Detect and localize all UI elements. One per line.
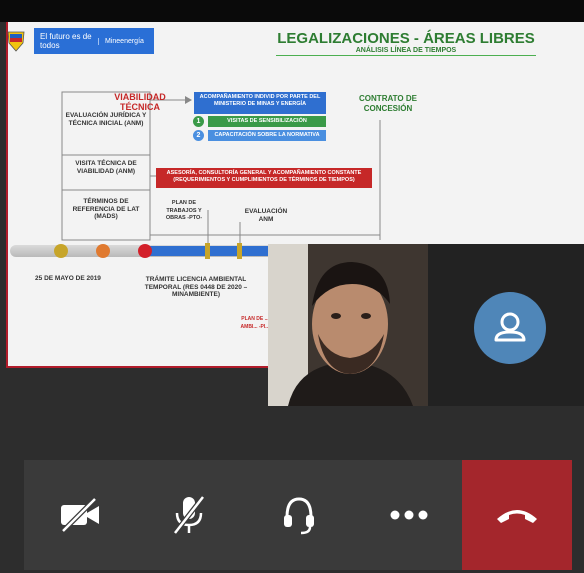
- acompanamiento-box: ACOMPAÑAMIENTO INDIVID POR PARTE DEL MIN…: [194, 92, 326, 114]
- timeline-marker-2: [237, 243, 242, 259]
- more-icon: [390, 510, 428, 520]
- terminos-label: TÉRMINOS DE REFERENCIA DE LAT (MADS): [72, 198, 140, 220]
- camera-off-icon: [61, 497, 99, 533]
- user-avatar[interactable]: [474, 292, 546, 364]
- more-options-button[interactable]: [354, 460, 464, 570]
- mic-off-icon: [173, 495, 205, 535]
- visita-label: VISITA TÉCNICA DE VIABILIDAD (ANM): [75, 160, 137, 175]
- viabilidad-label: VIABILIDAD TÉCNICA: [114, 92, 166, 112]
- step-2-badge: 2: [193, 130, 204, 141]
- fecha-label: 25 DE MAYO DE 2019: [35, 275, 101, 282]
- phone-hangup-icon: [497, 510, 537, 523]
- participant-camera-feed: [268, 244, 428, 406]
- participant-face: [268, 244, 428, 406]
- timeline-dot-yellow: [54, 244, 68, 258]
- mic-toggle-button[interactable]: [134, 460, 244, 570]
- timeline-dot-red: [138, 244, 152, 258]
- plan-ambiental-label: PLAN DE ... AMBI... -PI...: [240, 316, 270, 330]
- person-icon: [494, 312, 526, 342]
- contrato-label: CONTRATO DE CONCESIÓN: [359, 94, 417, 113]
- eval-juridica-label: EVALUACIÓN JURÍDICA Y TÉCNICA INICIAL (A…: [65, 112, 147, 127]
- call-window: El futuro es de todos Mineenergía LEGALI…: [0, 0, 584, 573]
- step-2-box: CAPACITACIÓN SOBRE LA NORMATIVA: [208, 130, 326, 141]
- evaluacion-anm-label: EVALUACIÓN ANM: [244, 208, 288, 223]
- hang-up-button[interactable]: [462, 460, 572, 570]
- timeline-dot-orange: [96, 244, 110, 258]
- tramite-label: TRÁMITE LICENCIA AMBIENTAL TEMPORAL (RES…: [144, 276, 248, 298]
- step-1-box: VISITAS DE SENSIBILIZACIÓN: [208, 116, 326, 127]
- asesoria-box: ASESORÍA, CONSULTORÍA GENERAL Y ACOMPAÑA…: [156, 168, 372, 188]
- headset-icon: [284, 497, 314, 535]
- camera-toggle-button[interactable]: [24, 460, 134, 570]
- plan-trabajos-label: PLAN DE TRABAJOS Y OBRAS -PTO-: [165, 200, 203, 221]
- audio-device-button[interactable]: [244, 460, 354, 570]
- step-1-badge: 1: [193, 116, 204, 127]
- timeline-marker-1: [205, 243, 210, 259]
